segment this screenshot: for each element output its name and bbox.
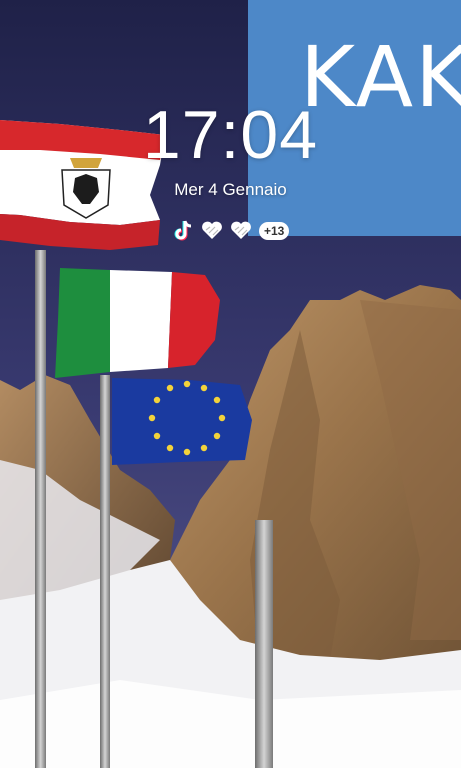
flag-pole bbox=[35, 250, 46, 768]
italy-flag bbox=[55, 268, 220, 378]
eu-flag bbox=[112, 378, 252, 465]
tiktok-icon[interactable] bbox=[172, 220, 194, 242]
flag-pole bbox=[255, 520, 273, 768]
lockscreen-clock: 17:04 bbox=[142, 97, 319, 173]
heart-icon[interactable] bbox=[201, 220, 223, 242]
more-notifications-badge[interactable]: +13 bbox=[259, 222, 290, 240]
lockscreen-date: Mer 4 Gennaio bbox=[174, 180, 287, 199]
heart-icon[interactable] bbox=[230, 220, 252, 242]
notification-icons-row[interactable]: +13 bbox=[172, 218, 290, 244]
flag-pole bbox=[100, 375, 110, 768]
